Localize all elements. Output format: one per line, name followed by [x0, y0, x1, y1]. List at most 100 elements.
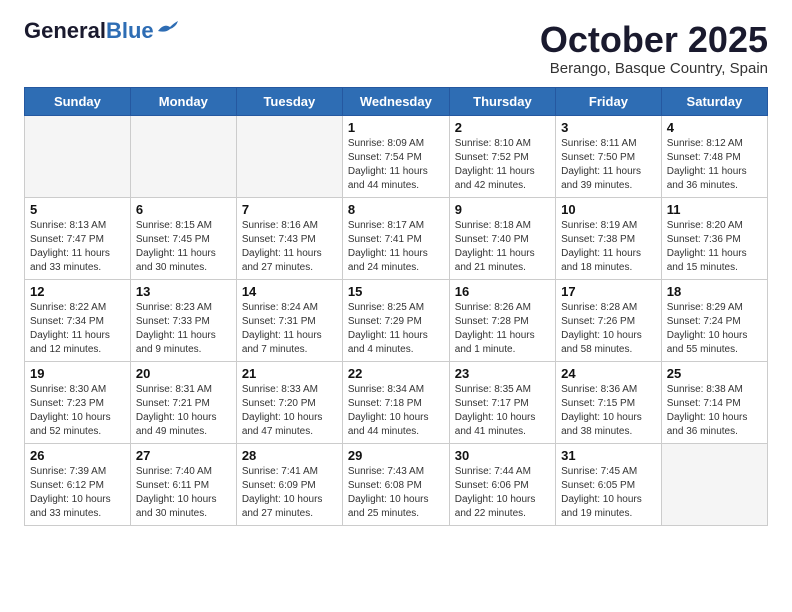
calendar-day-cell: 10 Sunrise: 8:19 AMSunset: 7:38 PMDayligh… [556, 197, 662, 279]
calendar-day-cell: 30 Sunrise: 7:44 AMSunset: 6:06 PMDayligh… [449, 443, 555, 525]
day-number: 9 [455, 202, 550, 217]
day-info: Sunrise: 8:11 AMSunset: 7:50 PMDaylight:… [561, 137, 656, 193]
calendar-day-cell: 11 Sunrise: 8:20 AMSunset: 7:36 PMDayligh… [661, 197, 767, 279]
day-number: 5 [30, 202, 125, 217]
calendar-day-cell: 12Sunrise: 8:22 AMSunset: 7:34 PMDayligh… [25, 279, 131, 361]
calendar-day-cell: 15 Sunrise: 8:25 AMSunset: 7:29 PMDayligh… [342, 279, 449, 361]
day-info: Sunrise: 7:44 AMSunset: 6:06 PMDaylight:… [455, 465, 550, 521]
day-info: Sunrise: 8:17 AMSunset: 7:41 PMDaylight:… [348, 219, 444, 275]
logo-bird-icon [156, 21, 178, 35]
day-number: 30 [455, 448, 550, 463]
calendar-day-cell: 18Sunrise: 8:29 AMSunset: 7:24 PMDayligh… [661, 279, 767, 361]
calendar-day-cell: 14 Sunrise: 8:24 AMSunset: 7:31 PMDayligh… [236, 279, 342, 361]
day-info: Sunrise: 8:25 AMSunset: 7:29 PMDaylight:… [348, 301, 444, 357]
calendar-day-cell: 3 Sunrise: 8:11 AMSunset: 7:50 PMDaylight… [556, 115, 662, 197]
day-info: Sunrise: 8:28 AMSunset: 7:26 PMDaylight:… [561, 301, 656, 357]
location: Berango, Basque Country, Spain [540, 60, 768, 77]
day-number: 7 [242, 202, 337, 217]
calendar-day-cell: 24 Sunrise: 8:36 AMSunset: 7:15 PMDayligh… [556, 361, 662, 443]
day-number: 23 [455, 366, 550, 381]
day-info: Sunrise: 7:43 AMSunset: 6:08 PMDaylight:… [348, 465, 444, 521]
day-number: 24 [561, 366, 656, 381]
logo-text: GeneralBlue [24, 20, 154, 42]
col-header-thursday: Thursday [449, 87, 555, 115]
day-number: 1 [348, 120, 444, 135]
day-number: 21 [242, 366, 337, 381]
page: GeneralBlue October 2025 Berango, Basque… [0, 0, 792, 546]
day-info: Sunrise: 7:45 AMSunset: 6:05 PMDaylight:… [561, 465, 656, 521]
day-number: 17 [561, 284, 656, 299]
day-info: Sunrise: 8:24 AMSunset: 7:31 PMDaylight:… [242, 301, 337, 357]
day-number: 15 [348, 284, 444, 299]
calendar-day-cell: 13 Sunrise: 8:23 AMSunset: 7:33 PMDayligh… [130, 279, 236, 361]
day-info: Sunrise: 8:18 AMSunset: 7:40 PMDaylight:… [455, 219, 550, 275]
logo: GeneralBlue [24, 20, 178, 42]
calendar-day-cell: 4Sunrise: 8:12 AMSunset: 7:48 PMDaylight… [661, 115, 767, 197]
col-header-monday: Monday [130, 87, 236, 115]
calendar-day-cell: 31 Sunrise: 7:45 AMSunset: 6:05 PMDayligh… [556, 443, 662, 525]
month-title: October 2025 [540, 20, 768, 60]
day-info: Sunrise: 8:36 AMSunset: 7:15 PMDaylight:… [561, 383, 656, 439]
day-info: Sunrise: 7:41 AMSunset: 6:09 PMDaylight:… [242, 465, 337, 521]
day-info: Sunrise: 8:19 AMSunset: 7:38 PMDaylight:… [561, 219, 656, 275]
day-number: 2 [455, 120, 550, 135]
col-header-tuesday: Tuesday [236, 87, 342, 115]
day-info: Sunrise: 8:13 AMSunset: 7:47 PMDaylight:… [30, 219, 125, 275]
calendar-day-cell: 9 Sunrise: 8:18 AMSunset: 7:40 PMDaylight… [449, 197, 555, 279]
calendar-day-cell: 6 Sunrise: 8:15 AMSunset: 7:45 PMDaylight… [130, 197, 236, 279]
calendar-day-cell: 5 Sunrise: 8:13 AMSunset: 7:47 PMDaylight… [25, 197, 131, 279]
day-info: Sunrise: 8:34 AMSunset: 7:18 PMDaylight:… [348, 383, 444, 439]
header: GeneralBlue October 2025 Berango, Basque… [24, 20, 768, 77]
calendar-day-cell: 8 Sunrise: 8:17 AMSunset: 7:41 PMDaylight… [342, 197, 449, 279]
day-info: Sunrise: 8:09 AMSunset: 7:54 PMDaylight:… [348, 137, 444, 193]
day-info: Sunrise: 8:15 AMSunset: 7:45 PMDaylight:… [136, 219, 231, 275]
day-info: Sunrise: 8:33 AMSunset: 7:20 PMDaylight:… [242, 383, 337, 439]
calendar-day-cell: 19Sunrise: 8:30 AMSunset: 7:23 PMDayligh… [25, 361, 131, 443]
day-info: Sunrise: 8:23 AMSunset: 7:33 PMDaylight:… [136, 301, 231, 357]
calendar-day-cell: 21 Sunrise: 8:33 AMSunset: 7:20 PMDayligh… [236, 361, 342, 443]
day-number: 3 [561, 120, 656, 135]
day-number: 13 [136, 284, 231, 299]
day-info: Sunrise: 8:30 AMSunset: 7:23 PMDaylight:… [30, 383, 125, 439]
calendar-day-cell: 23 Sunrise: 8:35 AMSunset: 7:17 PMDayligh… [449, 361, 555, 443]
day-info: Sunrise: 8:38 AMSunset: 7:14 PMDaylight:… [667, 383, 762, 439]
day-number: 8 [348, 202, 444, 217]
calendar-week-row: 19Sunrise: 8:30 AMSunset: 7:23 PMDayligh… [25, 361, 768, 443]
day-info: Sunrise: 8:29 AMSunset: 7:24 PMDaylight:… [667, 301, 762, 357]
calendar-table: SundayMondayTuesdayWednesdayThursdayFrid… [24, 87, 768, 526]
day-number: 14 [242, 284, 337, 299]
day-number: 11 [667, 202, 762, 217]
day-info: Sunrise: 8:35 AMSunset: 7:17 PMDaylight:… [455, 383, 550, 439]
day-number: 25 [667, 366, 762, 381]
calendar-day-cell: 22 Sunrise: 8:34 AMSunset: 7:18 PMDayligh… [342, 361, 449, 443]
calendar-week-row: 12Sunrise: 8:22 AMSunset: 7:34 PMDayligh… [25, 279, 768, 361]
col-header-friday: Friday [556, 87, 662, 115]
calendar-week-row: 1 Sunrise: 8:09 AMSunset: 7:54 PMDaylight… [25, 115, 768, 197]
calendar-day-cell: 16 Sunrise: 8:26 AMSunset: 7:28 PMDayligh… [449, 279, 555, 361]
day-number: 22 [348, 366, 444, 381]
col-header-saturday: Saturday [661, 87, 767, 115]
day-number: 6 [136, 202, 231, 217]
calendar-empty-cell [130, 115, 236, 197]
day-number: 26 [30, 448, 125, 463]
calendar-day-cell: 2 Sunrise: 8:10 AMSunset: 7:52 PMDaylight… [449, 115, 555, 197]
title-block: October 2025 Berango, Basque Country, Sp… [540, 20, 768, 77]
day-info: Sunrise: 8:20 AMSunset: 7:36 PMDaylight:… [667, 219, 762, 275]
col-header-sunday: Sunday [25, 87, 131, 115]
day-number: 27 [136, 448, 231, 463]
day-number: 12 [30, 284, 125, 299]
day-info: Sunrise: 8:26 AMSunset: 7:28 PMDaylight:… [455, 301, 550, 357]
day-info: Sunrise: 8:12 AMSunset: 7:48 PMDaylight:… [667, 137, 762, 193]
day-info: Sunrise: 8:10 AMSunset: 7:52 PMDaylight:… [455, 137, 550, 193]
calendar-day-cell: 27Sunrise: 7:40 AMSunset: 6:11 PMDayligh… [130, 443, 236, 525]
day-number: 16 [455, 284, 550, 299]
calendar-day-cell: 28 Sunrise: 7:41 AMSunset: 6:09 PMDayligh… [236, 443, 342, 525]
calendar-day-cell: 25 Sunrise: 8:38 AMSunset: 7:14 PMDayligh… [661, 361, 767, 443]
calendar-day-cell: 29 Sunrise: 7:43 AMSunset: 6:08 PMDayligh… [342, 443, 449, 525]
day-number: 31 [561, 448, 656, 463]
day-number: 28 [242, 448, 337, 463]
calendar-header-row: SundayMondayTuesdayWednesdayThursdayFrid… [25, 87, 768, 115]
day-number: 29 [348, 448, 444, 463]
calendar-day-cell: 1 Sunrise: 8:09 AMSunset: 7:54 PMDaylight… [342, 115, 449, 197]
day-number: 10 [561, 202, 656, 217]
